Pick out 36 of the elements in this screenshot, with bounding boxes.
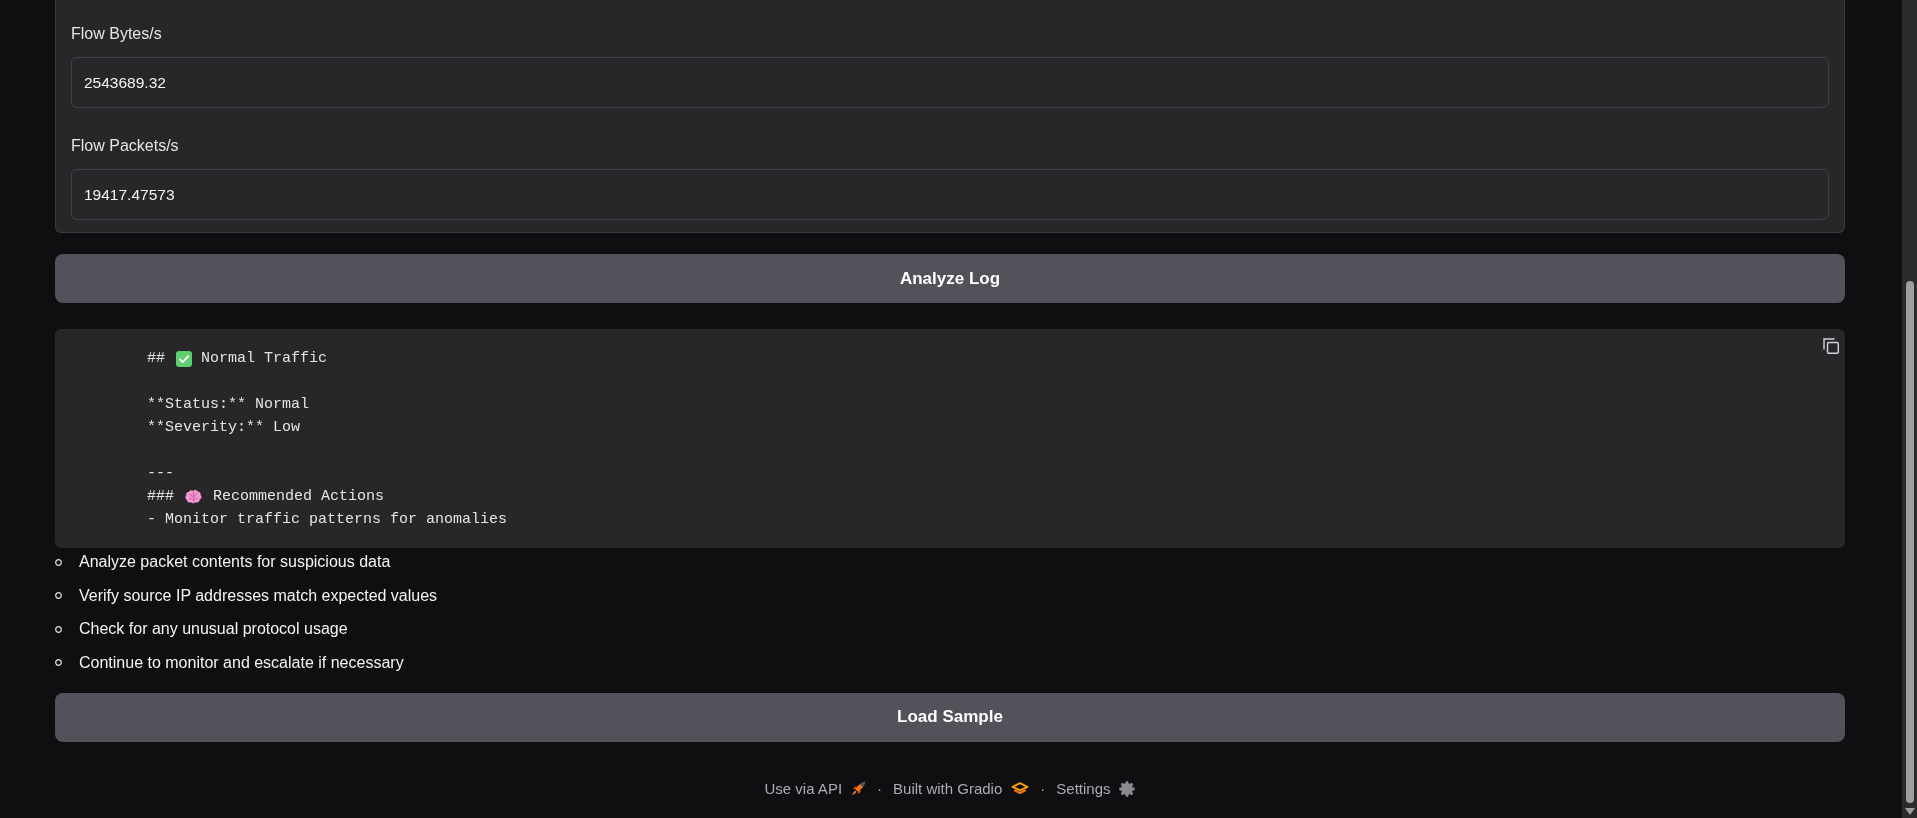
gradio-link[interactable]: Built with Gradio [893,778,1030,799]
copy-icon[interactable] [1823,338,1839,354]
scrollbar-thumb[interactable] [1906,281,1914,803]
footer-separator: · [877,778,883,799]
input-field[interactable]: 19417.47573 [71,169,1829,220]
footer-separator: · [1040,778,1046,799]
heading-marker: ### [147,487,174,507]
action-item: Analyze packet contents for suspicious data [79,553,391,571]
layers-icon [1011,781,1030,796]
api-link[interactable]: Use via API [764,778,867,799]
code-heading: Normal Traffic [201,349,328,369]
bullet-icon [55,558,62,566]
heading-marker: ## [147,349,165,369]
field-label: Flow Bytes/s [71,24,162,44]
action-item: Verify source IP addresses match expected values [79,586,438,605]
code-line: --- [147,464,174,484]
input-field[interactable]: 2543689.32 [71,57,1829,108]
settings-link[interactable]: Settings [1056,778,1136,799]
scroll-down-icon[interactable] [1905,808,1915,815]
code-line: - Monitor traffic patterns for anomalies [147,510,508,530]
checkmark-icon [176,350,192,367]
field-label: Flow Packets/s [71,136,179,156]
bullet-icon [55,625,62,633]
load-sample-button[interactable]: Load Sample [55,692,1845,742]
action-item: Continue to monitor and escalate if necessary [79,653,404,672]
code-heading: Recommended Actions [213,487,385,507]
analyze-button[interactable]: Analyze Log [55,254,1845,303]
gear-icon [1119,780,1136,797]
code-line: **Status:** Normal [147,395,310,415]
bullet-icon [55,592,62,599]
brain-icon [185,489,202,504]
rocket-icon [851,781,867,796]
action-item: Check for any unusual protocol usage [79,620,348,638]
scrollbar[interactable] [1902,0,1917,818]
bullet-icon [55,659,62,666]
code-line: **Severity:** Low [147,418,301,438]
